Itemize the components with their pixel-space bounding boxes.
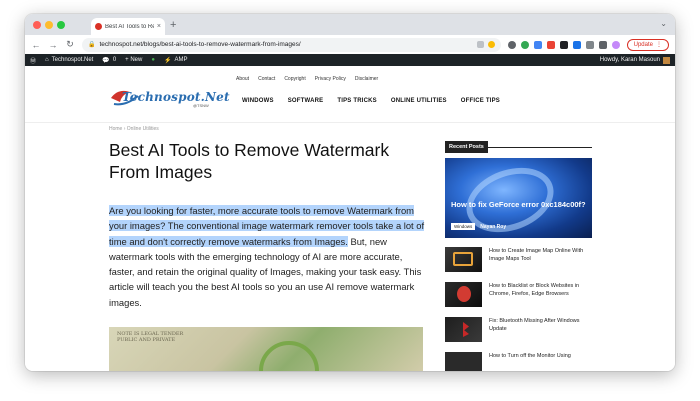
top-link-privacy[interactable]: Privacy Policy bbox=[315, 76, 346, 82]
top-link-contact[interactable]: Contact bbox=[258, 76, 275, 82]
image-coin-shape bbox=[259, 341, 319, 371]
wp-admin-bar: Ⓦ ⌂ Technospot.Net 💬 0 + New ● ⚡ AMP How… bbox=[25, 54, 675, 66]
sidebar-heading: Recent Posts bbox=[445, 135, 592, 153]
address-bar[interactable]: 🔒 technospot.net/blogs/best-ai-tools-to-… bbox=[82, 37, 501, 52]
tab-search-chevron-icon[interactable]: ⌄ bbox=[660, 19, 667, 28]
adminbar-comments[interactable]: 💬 0 bbox=[102, 57, 116, 64]
adminbar-howdy[interactable]: Howdy, Karan Masoun bbox=[599, 56, 670, 64]
nav-tips-tricks[interactable]: TIPS TRICKS bbox=[337, 98, 377, 104]
post-thumbnail[interactable] bbox=[445, 282, 482, 307]
sidebar-icon[interactable] bbox=[598, 40, 607, 49]
post-title[interactable]: How to Blacklist or Block Websites in Ch… bbox=[489, 282, 592, 308]
zoom-window-button[interactable] bbox=[57, 21, 65, 29]
featured-post-author[interactable]: Nayan Roy bbox=[480, 224, 506, 230]
image-caption-text: NOTE IS LEGAL TENDER PUBLIC AND PRIVATE bbox=[117, 331, 184, 343]
top-link-disclaimer[interactable]: Disclaimer bbox=[355, 76, 378, 82]
post-title[interactable]: How to Turn off the Monitor Using bbox=[489, 352, 571, 371]
main-nav: WINDOWS SOFTWARE TIPS TRICKS ONLINE UTIL… bbox=[242, 98, 500, 104]
list-item[interactable]: Fix: Bluetooth Missing After Windows Upd… bbox=[445, 317, 592, 343]
article-title: Best AI Tools to Remove Watermark From I… bbox=[109, 140, 390, 182]
nav-software[interactable]: SOFTWARE bbox=[288, 98, 324, 104]
browser-window: Best AI Tools to Remove Wate × + ⌄ ← → ↻… bbox=[25, 14, 675, 371]
article-body: Are you looking for faster, more accurat… bbox=[109, 203, 427, 310]
post-title[interactable]: How to Create Image Map Online With Imag… bbox=[489, 247, 592, 273]
lock-icon[interactable]: 🔒 bbox=[88, 41, 95, 48]
list-item[interactable]: How to Turn off the Monitor Using bbox=[445, 352, 592, 371]
back-button[interactable]: ← bbox=[31, 40, 41, 50]
top-link-about[interactable]: About bbox=[236, 76, 249, 82]
featured-post[interactable]: How to fix GeForce error 0xc184c00f? Win… bbox=[445, 158, 592, 238]
tab-title: Best AI Tools to Remove Wate bbox=[105, 23, 154, 30]
featured-post-meta: Windows Nayan Roy bbox=[451, 223, 506, 230]
extension-icon[interactable] bbox=[572, 40, 581, 49]
nav-windows[interactable]: WINDOWS bbox=[242, 98, 274, 104]
update-button[interactable]: Update ⋮ bbox=[626, 38, 669, 51]
post-thumbnail[interactable] bbox=[445, 352, 482, 371]
forward-button[interactable]: → bbox=[48, 40, 58, 50]
new-tab-button[interactable]: + bbox=[170, 18, 176, 32]
article-image: NOTE IS LEGAL TENDER PUBLIC AND PRIVATE bbox=[109, 327, 423, 371]
menu-dots-icon: ⋮ bbox=[656, 42, 662, 48]
adminbar-new[interactable]: + New bbox=[125, 57, 142, 63]
sidebar-heading-label: Recent Posts bbox=[445, 141, 488, 153]
extension-icon[interactable] bbox=[533, 40, 542, 49]
post-title[interactable]: Fix: Bluetooth Missing After Windows Upd… bbox=[489, 317, 592, 343]
adminbar-site-link[interactable]: ⌂ Technospot.Net bbox=[45, 57, 93, 63]
breadcrumb[interactable]: Home › Online Utilities bbox=[109, 126, 159, 132]
profile-avatar[interactable] bbox=[611, 40, 620, 49]
adminbar-amp[interactable]: ⚡ AMP bbox=[164, 57, 188, 64]
top-link-copyright[interactable]: Copyright bbox=[284, 76, 305, 82]
post-thumbnail[interactable] bbox=[445, 247, 482, 272]
amp-label: AMP bbox=[174, 57, 188, 63]
adminbar-site-label: Technospot.Net bbox=[51, 57, 94, 63]
site-favicon-icon bbox=[95, 23, 102, 30]
howdy-label: Howdy, Karan Masoun bbox=[599, 57, 660, 63]
featured-post-category[interactable]: Windows bbox=[451, 223, 476, 230]
nav-online-utilities[interactable]: ONLINE UTILITIES bbox=[391, 98, 447, 104]
post-thumbnail[interactable] bbox=[445, 317, 482, 342]
tab-close-icon[interactable]: × bbox=[157, 23, 161, 30]
user-avatar bbox=[663, 56, 670, 64]
browser-toolbar: ← → ↻ 🔒 technospot.net/blogs/best-ai-too… bbox=[25, 35, 675, 54]
close-window-button[interactable] bbox=[33, 21, 41, 29]
extension-icons bbox=[507, 40, 620, 49]
share-icon[interactable] bbox=[476, 41, 484, 48]
page-content: Home › Online Utilities Best AI Tools to… bbox=[25, 123, 675, 371]
extension-icon[interactable] bbox=[507, 40, 516, 49]
list-item[interactable]: How to Create Image Map Online With Imag… bbox=[445, 247, 592, 273]
url-text[interactable]: technospot.net/blogs/best-ai-tools-to-re… bbox=[99, 41, 472, 48]
tab-active[interactable]: Best AI Tools to Remove Wate × bbox=[91, 18, 165, 35]
sidebar-recent-posts: Recent Posts How to fix GeForce error 0x… bbox=[445, 135, 592, 371]
bookmark-star-icon[interactable] bbox=[487, 41, 495, 48]
update-label: Update bbox=[633, 41, 653, 48]
comments-count: 0 bbox=[112, 57, 117, 63]
site-header: Technospot.Net @TSNW About Contact Copyr… bbox=[25, 66, 675, 123]
site-logo-sub: @TSNW bbox=[193, 103, 209, 108]
extension-icon[interactable] bbox=[546, 40, 555, 49]
adminbar-status-icon[interactable]: ● bbox=[151, 57, 155, 63]
site-logo-text[interactable]: Technospot.Net bbox=[122, 90, 230, 104]
minimize-window-button[interactable] bbox=[45, 21, 53, 29]
extension-icon[interactable] bbox=[559, 40, 568, 49]
reload-button[interactable]: ↻ bbox=[65, 39, 75, 50]
extension-icon[interactable] bbox=[520, 40, 529, 49]
puzzle-icon[interactable] bbox=[585, 40, 594, 49]
featured-post-title[interactable]: How to fix GeForce error 0xc184c00f? bbox=[451, 200, 586, 209]
tab-strip: Best AI Tools to Remove Wate × + ⌄ bbox=[25, 14, 675, 35]
list-item[interactable]: How to Blacklist or Block Websites in Ch… bbox=[445, 282, 592, 308]
nav-office-tips[interactable]: OFFICE TIPS bbox=[461, 98, 500, 104]
top-links: About Contact Copyright Privacy Policy D… bbox=[236, 76, 378, 82]
wordpress-logo-icon[interactable]: Ⓦ bbox=[30, 56, 36, 65]
